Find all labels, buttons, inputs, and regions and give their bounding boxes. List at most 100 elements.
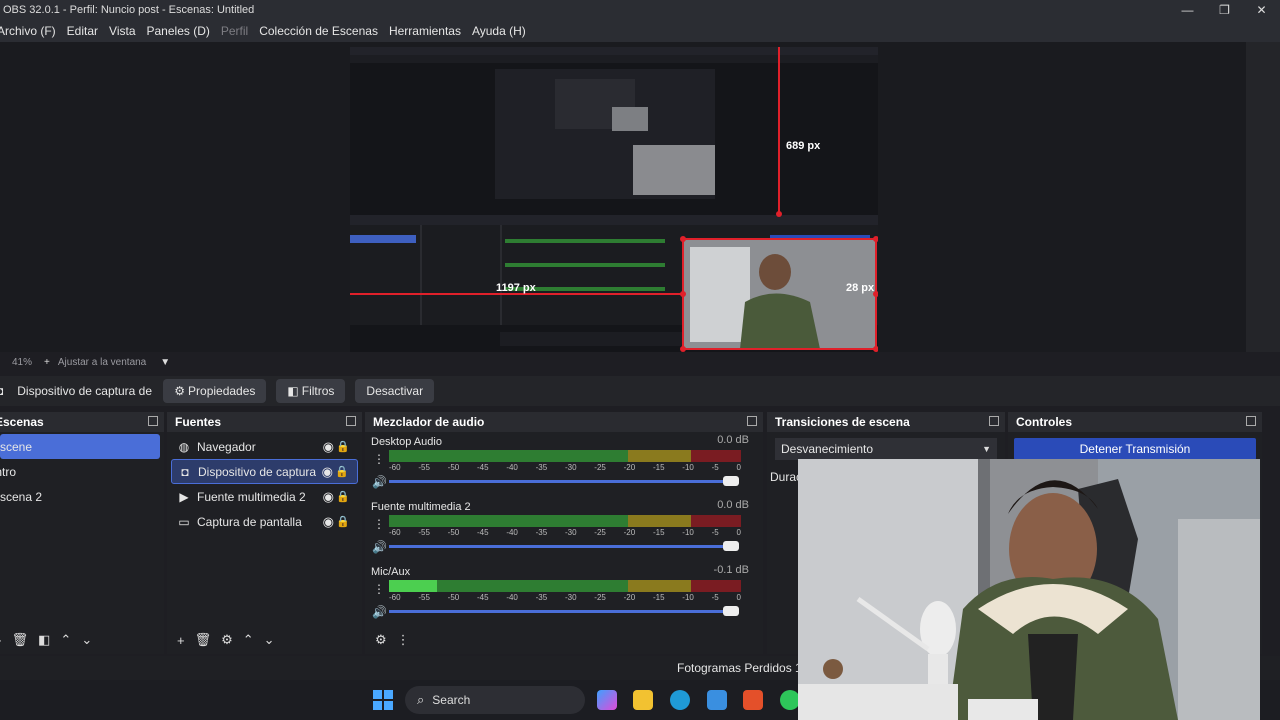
zoom-dropdown-icon[interactable]: ▼ (160, 357, 170, 368)
move-up-icon[interactable]: ⌃ (243, 632, 254, 648)
chevron-down-icon: ▼ (982, 444, 991, 454)
whatsapp-icon[interactable] (780, 690, 800, 710)
minimize-icon[interactable]: — (1169, 0, 1206, 20)
mixer-header: Mezclador de audio (365, 412, 763, 432)
menu-editar[interactable]: Editar (67, 24, 98, 38)
source-list: ◍ Navegador ◉ 🔒 ◘ Dispositivo de captura… (167, 432, 362, 534)
scene-label: Escena 2 (0, 489, 43, 504)
undock-icon[interactable] (1246, 416, 1256, 426)
copilot-icon[interactable] (597, 690, 617, 710)
properties-button[interactable]: ⚙ Propiedades (163, 379, 267, 403)
sources-title: Fuentes (175, 415, 222, 429)
eye-icon[interactable]: ◉ (323, 439, 334, 455)
undock-icon[interactable] (747, 416, 757, 426)
slider-handle[interactable] (723, 541, 739, 551)
scene-item[interactable]: Intro (0, 459, 160, 484)
camera-icon: ◘ (0, 384, 3, 398)
eye-icon[interactable]: ◉ (322, 464, 333, 480)
menu-bar: Archivo (F) Editar Vista Paneles (D) Per… (0, 20, 1280, 42)
selected-source-name: Dispositivo de captura de v (17, 384, 154, 398)
lock-icon[interactable]: 🔒 (335, 465, 349, 478)
undock-icon[interactable] (346, 416, 356, 426)
filters-button[interactable]: ◧ Filtros (276, 379, 346, 403)
advanced-audio-icon[interactable]: ⚙ (375, 632, 387, 648)
scene-item[interactable]: Escene (0, 434, 160, 459)
eye-icon[interactable]: ◉ (323, 489, 334, 505)
controls-title: Controles (1016, 415, 1073, 429)
zoom-bar: 41% + Ajustar a la ventana ▼ (0, 352, 1280, 372)
volume-slider[interactable] (389, 606, 739, 616)
play-icon: ▶ (179, 489, 189, 504)
undock-icon[interactable] (989, 416, 999, 426)
add-scene-icon[interactable]: + (0, 633, 2, 648)
slider-handle[interactable] (723, 606, 739, 616)
store-icon[interactable] (707, 690, 727, 710)
remove-scene-icon[interactable]: 🗑 (12, 632, 29, 648)
source-item-captura-pantalla[interactable]: ▭ Captura de pantalla ◉ 🔒 (171, 509, 358, 534)
search-icon: ⌕ (417, 692, 425, 707)
scene-list: Escene Intro Escena 2 (0, 432, 164, 511)
deactivate-button[interactable]: Desactivar (355, 379, 435, 403)
channel-menu-icon[interactable]: ⋮ (373, 452, 385, 466)
source-label: Dispositivo de captura de vídeo (198, 464, 316, 479)
slider-handle[interactable] (723, 476, 739, 486)
lock-icon[interactable]: 🔒 (336, 490, 350, 503)
preview-scrollbar[interactable] (1246, 42, 1280, 354)
source-label: Captura de pantalla (197, 514, 302, 529)
stop-stream-button[interactable]: Detener Transmisión (1014, 438, 1256, 460)
mixer-channel-multimedia: Fuente multimedia 2 0.0 dB ⋮ -60 -55 -50 -4… (365, 497, 763, 562)
taskbar-search[interactable]: ⌕ Search (405, 686, 585, 714)
speaker-icon[interactable]: 🔊 (372, 540, 387, 554)
mixer-menu-icon[interactable]: ⋮ (397, 632, 410, 648)
mixer-title: Mezclador de audio (373, 415, 485, 429)
menu-coleccion-escenas[interactable]: Colección de Escenas (259, 24, 378, 38)
volume-slider[interactable] (389, 541, 739, 551)
volume-slider[interactable] (389, 476, 739, 486)
move-up-icon[interactable]: ⌃ (60, 632, 71, 648)
eye-icon[interactable]: ◉ (323, 514, 334, 530)
close-icon[interactable]: ✕ (1243, 0, 1280, 20)
menu-herramientas[interactable]: Herramientas (389, 24, 461, 38)
lock-icon[interactable]: 🔒 (336, 515, 350, 528)
remove-source-icon[interactable]: 🗑 (195, 632, 212, 648)
channel-name: Desktop Audio (371, 436, 442, 448)
brave-icon[interactable] (743, 690, 763, 710)
globe-icon: ◍ (178, 439, 190, 454)
lock-icon[interactable]: 🔒 (336, 440, 350, 453)
preview-canvas[interactable]: 689 px 1197 px 28 px (350, 47, 878, 352)
move-down-icon[interactable]: ⌄ (81, 632, 92, 648)
move-down-icon[interactable]: ⌄ (264, 632, 275, 648)
volume-meter (389, 580, 741, 592)
undock-icon[interactable] (148, 416, 158, 426)
scene-item[interactable]: Escena 2 (0, 484, 160, 509)
sources-header: Fuentes (167, 412, 362, 432)
camera-icon: ◘ (181, 464, 189, 479)
speaker-icon[interactable]: 🔊 (372, 475, 387, 489)
menu-paneles[interactable]: Paneles (D) (147, 24, 210, 38)
transition-select[interactable]: Desvanecimiento ▼ (775, 438, 997, 460)
edge-icon[interactable] (670, 690, 690, 710)
menu-perfil[interactable]: Perfil (221, 24, 248, 38)
menu-archivo[interactable]: Archivo (F) (0, 24, 56, 38)
file-explorer-icon[interactable] (633, 690, 653, 710)
menu-vista[interactable]: Vista (109, 24, 135, 38)
windows-start-icon[interactable] (373, 690, 393, 710)
scene-label: Intro (0, 464, 17, 479)
channel-menu-icon[interactable]: ⋮ (373, 582, 385, 596)
mixer-channel-desktop: Desktop Audio 0.0 dB ⋮ -60 -55 -50 -45 -40 -3… (365, 432, 763, 497)
add-source-icon[interactable]: + (177, 633, 185, 648)
volume-meter (389, 515, 741, 527)
maximize-icon[interactable]: ❐ (1206, 0, 1243, 20)
menu-ayuda[interactable]: Ayuda (H) (472, 24, 526, 38)
zoom-fit-label[interactable]: Ajustar a la ventana (58, 357, 146, 368)
channel-menu-icon[interactable]: ⋮ (373, 517, 385, 531)
source-item-multimedia[interactable]: ▶ Fuente multimedia 2 ◉ 🔒 (171, 484, 358, 509)
zoom-plus-icon[interactable]: + (44, 357, 50, 368)
source-item-captura-video[interactable]: ◘ Dispositivo de captura de vídeo ◉ 🔒 (171, 459, 358, 484)
scene-filters-icon[interactable]: ◧ (38, 632, 50, 648)
speaker-icon[interactable]: 🔊 (372, 605, 387, 619)
transitions-header: Transiciones de escena (767, 412, 1005, 432)
source-item-navegador[interactable]: ◍ Navegador ◉ 🔒 (171, 434, 358, 459)
recursive-preview-image (350, 47, 878, 352)
source-properties-icon[interactable]: ⚙ (221, 632, 233, 648)
